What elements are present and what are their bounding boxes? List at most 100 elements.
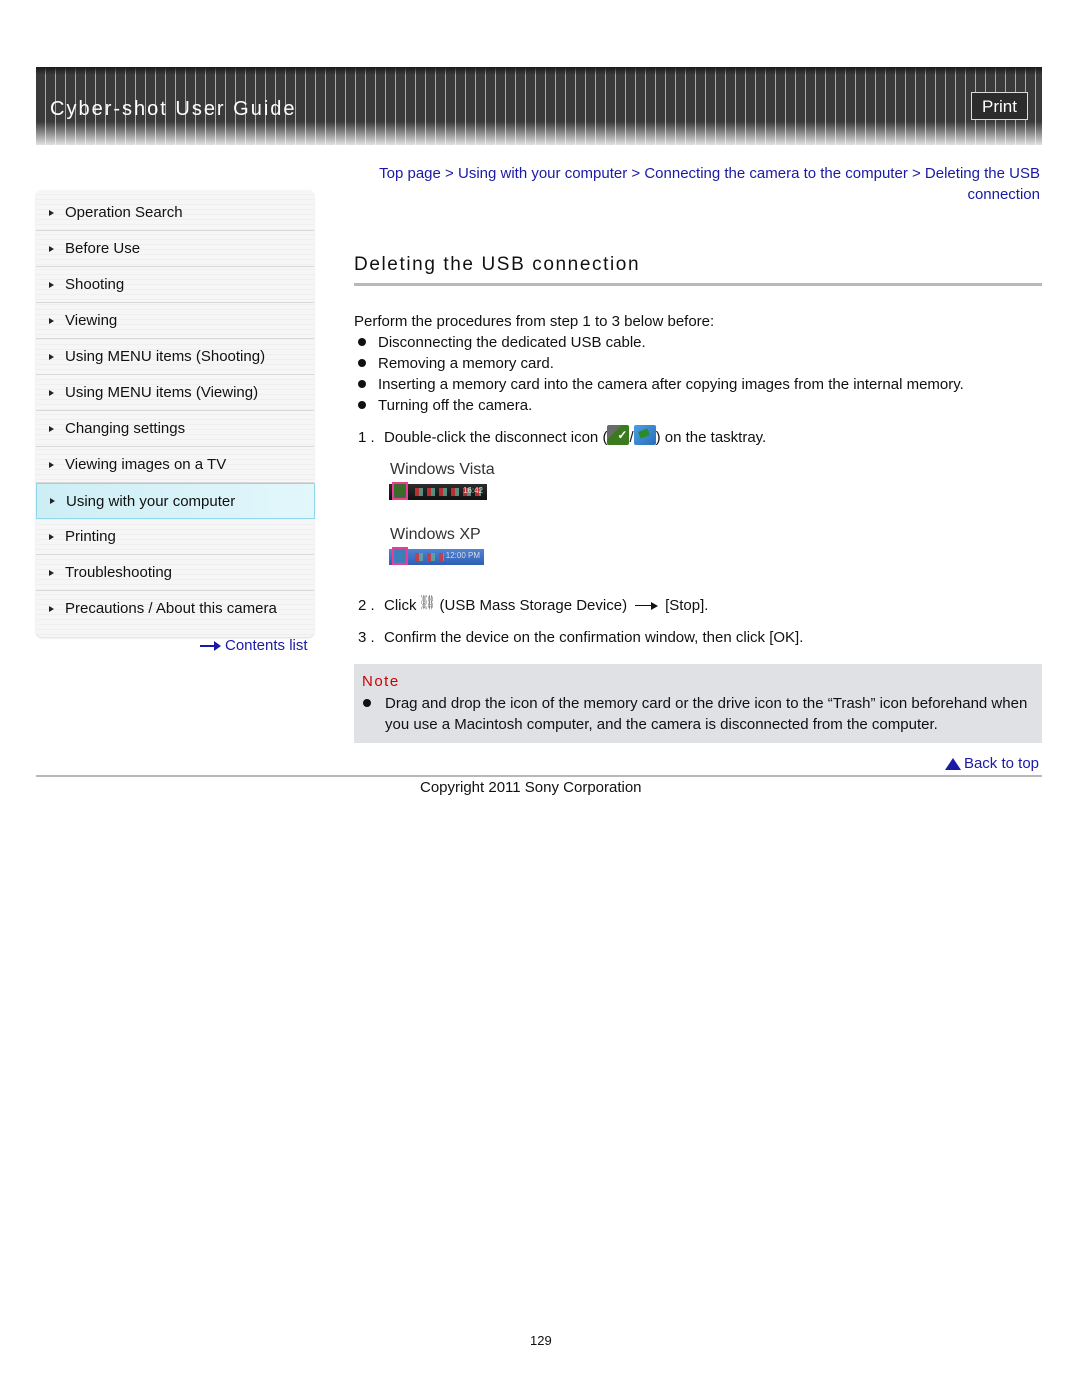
sidebar-item-operation-search[interactable]: Operation Search: [36, 195, 314, 231]
disconnect-icon-highlight: [392, 547, 408, 565]
sidebar-item-label: Shooting: [65, 276, 125, 293]
triangle-right-icon: [49, 209, 54, 216]
bullet-icon: [358, 359, 366, 367]
triangle-right-icon: [49, 353, 54, 360]
sidebar-item-using-computer[interactable]: Using with your computer: [36, 483, 315, 519]
arrow-right-icon: [200, 640, 222, 651]
tray-clock: 12:00 PM: [445, 551, 480, 560]
step-1: 1 . Double-click the disconnect icon ( /…: [358, 424, 767, 448]
step-2: 2 . Click ⛓ (USB Mass Storage Device) [S…: [358, 593, 709, 616]
disconnect-icon-highlight: [392, 482, 408, 500]
breadcrumb-separator: >: [631, 165, 641, 182]
sidebar-item-printing[interactable]: Printing: [36, 519, 314, 555]
step-3: 3 . Confirm the device on the confirmati…: [358, 627, 803, 648]
note-item: Drag and drop the icon of the memory car…: [363, 693, 1035, 735]
step-number: 1 .: [358, 429, 375, 446]
list-item-text: Turning off the camera.: [378, 397, 533, 414]
xp-taskbar-image: 12:00 PM: [389, 547, 484, 565]
windows-vista-label: Windows Vista: [390, 461, 495, 478]
triangle-right-icon: [49, 389, 54, 396]
guide-title: Cyber-shot User Guide: [50, 98, 297, 120]
sidebar-item-changing-settings[interactable]: Changing settings: [36, 411, 314, 447]
sidebar-item-label: Using MENU items (Shooting): [65, 348, 266, 365]
note-box: Note Drag and drop the icon of the memor…: [354, 664, 1042, 743]
copyright-text: Copyright 2011 Sony Corporation: [420, 779, 642, 796]
arrow-right-icon: [635, 601, 659, 611]
precondition-list: Disconnecting the dedicated USB cable. R…: [354, 332, 964, 416]
list-item: Disconnecting the dedicated USB cable.: [354, 332, 964, 353]
breadcrumb-top-page[interactable]: Top page: [379, 165, 441, 182]
breadcrumb-separator: >: [911, 165, 921, 182]
triangle-right-icon: [49, 281, 54, 288]
vista-disconnect-icon: [607, 424, 630, 446]
breadcrumb-current-page[interactable]: Deleting the USB connection: [925, 165, 1040, 203]
sidebar-item-label: Printing: [65, 528, 116, 545]
breadcrumb-separator: >: [445, 165, 454, 182]
bullet-icon: [358, 338, 366, 346]
step-text: Double-click the disconnect icon (: [384, 429, 608, 446]
print-button[interactable]: Print: [971, 92, 1028, 120]
sidebar-item-label: Using MENU items (Viewing): [65, 384, 259, 401]
back-to-top-label: Back to top: [963, 755, 1039, 772]
triangle-right-icon: [49, 605, 54, 612]
sidebar-item-label: Troubleshooting: [65, 564, 173, 581]
step-text: [Stop].: [665, 597, 709, 614]
list-item-text: Removing a memory card.: [378, 355, 554, 372]
step-text: Confirm the device on the confirmation w…: [384, 629, 804, 646]
triangle-right-icon: [49, 533, 54, 540]
sidebar-item-label: Viewing images on a TV: [65, 456, 227, 473]
list-item: Inserting a memory card into the camera …: [354, 374, 964, 395]
bullet-icon: [358, 380, 366, 388]
intro-text: Perform the procedures from step 1 to 3 …: [354, 313, 715, 330]
sidebar-item-before-use[interactable]: Before Use: [36, 231, 314, 267]
breadcrumb-connecting-camera[interactable]: Connecting the camera to the computer: [644, 165, 907, 182]
step-text: Click: [384, 597, 417, 614]
contents-list-label: Contents list: [225, 637, 308, 654]
step-number: 3 .: [358, 629, 375, 646]
note-text: Drag and drop the icon of the memory car…: [385, 695, 1028, 733]
breadcrumb-using-computer[interactable]: Using with your computer: [458, 165, 627, 182]
sidebar-item-label: Before Use: [65, 240, 141, 257]
windows-xp-label: Windows XP: [390, 526, 481, 543]
triangle-right-icon: [50, 498, 55, 504]
sidebar-item-menu-shooting[interactable]: Using MENU items (Shooting): [36, 339, 314, 375]
list-item-text: Disconnecting the dedicated USB cable.: [378, 334, 646, 351]
triangle-right-icon: [49, 425, 54, 432]
bullet-icon: [363, 699, 371, 707]
sidebar-item-label: Changing settings: [65, 420, 186, 437]
usb-device-icon: ⛓: [418, 593, 437, 610]
back-to-top-link[interactable]: Back to top: [944, 755, 1039, 772]
sidebar-item-viewing-tv[interactable]: Viewing images on a TV: [36, 447, 314, 483]
sidebar-item-precautions[interactable]: Precautions / About this camera: [36, 591, 314, 626]
step-text: ) on the tasktray.: [655, 429, 767, 446]
sidebar-nav: Operation Search Before Use Shooting Vie…: [36, 190, 315, 637]
page-number: 129: [530, 1333, 552, 1348]
step-text: (USB Mass Storage Device): [439, 597, 628, 614]
sidebar-item-label: Precautions / About this camera: [65, 600, 277, 617]
sidebar-item-menu-viewing[interactable]: Using MENU items (Viewing): [36, 375, 314, 411]
sidebar-item-viewing[interactable]: Viewing: [36, 303, 314, 339]
triangle-right-icon: [49, 245, 54, 252]
sidebar-item-shooting[interactable]: Shooting: [36, 267, 314, 303]
title-divider: [354, 283, 1042, 286]
triangle-right-icon: [49, 317, 54, 324]
sidebar-item-label: Operation Search: [65, 204, 183, 221]
xp-disconnect-icon: [633, 424, 656, 445]
footer-divider: [36, 775, 1042, 777]
sidebar-item-label: Viewing: [65, 312, 118, 329]
tray-icons: [415, 553, 444, 561]
note-title: Note: [362, 673, 400, 690]
sidebar-item-troubleshooting[interactable]: Troubleshooting: [36, 555, 314, 591]
tray-clock: 16:42: [462, 486, 483, 495]
contents-list-link[interactable]: Contents list: [200, 637, 308, 654]
list-item: Turning off the camera.: [354, 395, 964, 416]
triangle-right-icon: [49, 461, 54, 468]
site-header: Cyber-shot User Guide Print: [36, 67, 1042, 145]
breadcrumb: Top page > Using with your computer > Co…: [354, 163, 1040, 205]
page-title: Deleting the USB connection: [354, 254, 641, 275]
list-item-text: Inserting a memory card into the camera …: [378, 376, 964, 393]
triangle-right-icon: [49, 569, 54, 576]
sidebar-item-label: Using with your computer: [66, 492, 236, 510]
triangle-up-icon: [944, 757, 961, 770]
step-number: 2 .: [358, 597, 375, 614]
